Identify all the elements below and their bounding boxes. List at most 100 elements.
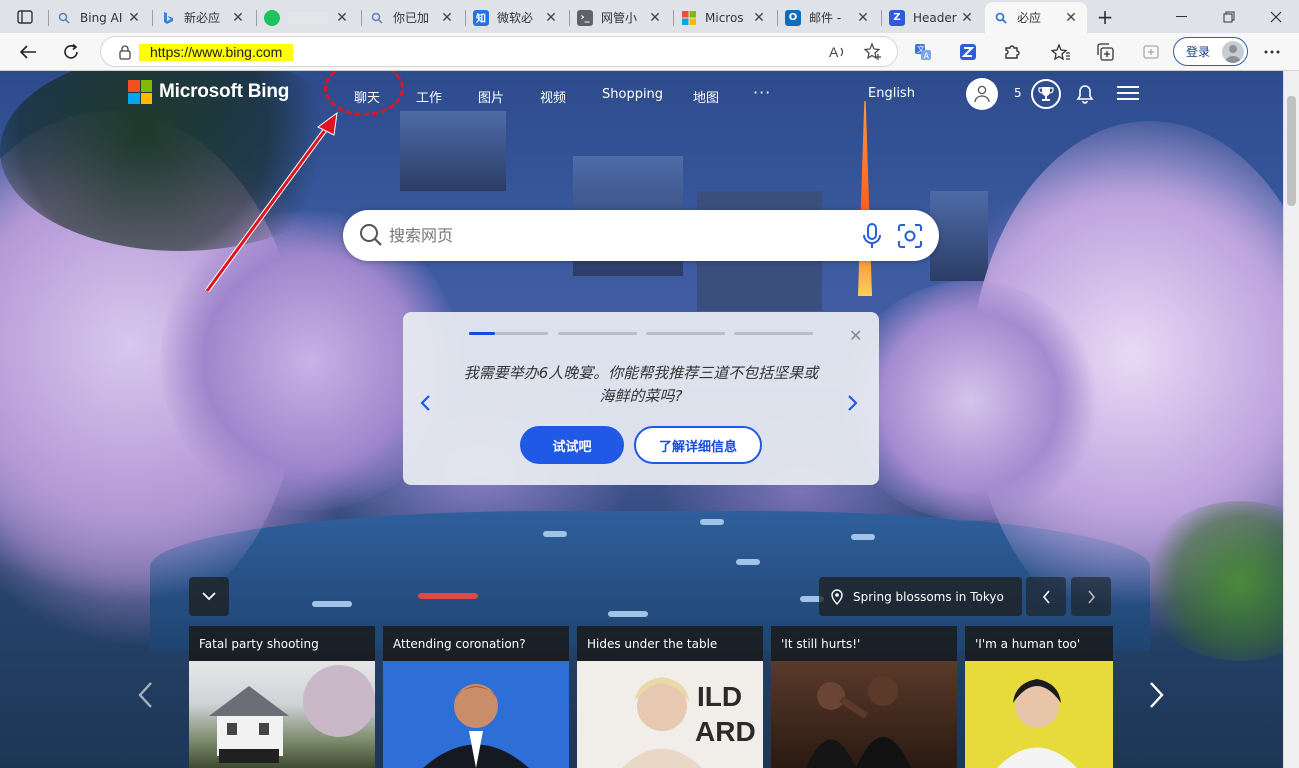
previous-image-button[interactable]	[1026, 577, 1066, 616]
bing-icon	[160, 10, 176, 26]
refresh-button[interactable]	[56, 37, 86, 67]
restore-button[interactable]	[1206, 0, 1252, 33]
lock-icon	[119, 45, 131, 60]
bell-icon	[1076, 85, 1094, 104]
address-bar[interactable]: https://www.bing.com A	[100, 36, 898, 67]
favorites-button[interactable]	[1046, 37, 1076, 67]
try-it-button[interactable]: 试试吧	[520, 426, 624, 464]
back-button[interactable]	[13, 37, 43, 67]
news-previous-button[interactable]	[137, 681, 153, 709]
language-switch[interactable]: English	[868, 86, 915, 101]
browser-tab[interactable]: Z Header ✕	[881, 2, 983, 33]
zotero-extension-button[interactable]	[953, 37, 983, 67]
close-tab-icon[interactable]: ✕	[334, 10, 350, 26]
nav-shopping[interactable]: Shopping	[602, 87, 663, 102]
next-suggestion-button[interactable]	[847, 394, 859, 412]
tab-actions-button[interactable]	[10, 5, 40, 29]
next-image-button[interactable]	[1071, 577, 1111, 616]
puzzle-icon	[1005, 45, 1020, 59]
carousel-step-indicator[interactable]	[646, 332, 725, 335]
tab-title: 你已加	[393, 11, 430, 25]
news-card[interactable]: 'I'm a human too'	[965, 626, 1113, 768]
svg-text:ARD: ARD	[695, 716, 756, 747]
rewards-points[interactable]: 5	[1014, 86, 1022, 100]
browser-tab[interactable]: 你已加 ✕	[361, 2, 463, 33]
close-tab-icon[interactable]: ✕	[647, 10, 663, 26]
wechat-icon	[264, 9, 280, 26]
collections-button[interactable]	[1090, 37, 1120, 67]
rewards-button[interactable]	[1031, 79, 1061, 109]
nav-more[interactable]: ···	[753, 83, 771, 102]
suggestion-prompt: 我需要举办6人晚宴。你能帮我推荐三道不包括坚果或海鲜的菜吗?	[463, 364, 819, 405]
tab-title: Header	[913, 10, 957, 25]
close-tab-icon[interactable]: ✕	[751, 10, 767, 26]
hamburger-icon	[1117, 86, 1139, 100]
news-card[interactable]: Attending coronation?	[383, 626, 569, 768]
news-card[interactable]: Hides under the table ILD ARD	[577, 626, 763, 768]
browser-tab[interactable]: Micros ✕	[673, 2, 775, 33]
close-tab-icon[interactable]: ✕	[855, 10, 871, 26]
minimize-button[interactable]	[1159, 0, 1205, 33]
search-icon	[359, 223, 383, 247]
search-icon	[56, 10, 72, 26]
close-card-icon[interactable]: ✕	[849, 326, 862, 345]
menu-button[interactable]	[1117, 85, 1139, 101]
bing-homepage: Microsoft Bing 聊天 工作 图片 视频 Shopping 地图 ·…	[0, 71, 1283, 768]
close-window-button[interactable]	[1253, 0, 1299, 33]
translate-button[interactable]: 文A	[908, 37, 938, 67]
news-card[interactable]: Fatal party shooting	[189, 626, 375, 768]
browser-tab[interactable]: ›_ 网管小 ✕	[569, 2, 671, 33]
browser-tab[interactable]: O 邮件 - ✕	[777, 2, 879, 33]
bing-logo[interactable]: Microsoft Bing	[128, 80, 289, 104]
previous-suggestion-button[interactable]	[419, 394, 431, 412]
nav-work[interactable]: 工作	[416, 87, 442, 106]
carousel-step-indicator[interactable]	[469, 332, 548, 335]
news-next-button[interactable]	[1149, 681, 1165, 709]
search-icon	[369, 10, 385, 26]
svg-text:A: A	[829, 44, 839, 60]
bing-header: Microsoft Bing 聊天 工作 图片 视频 Shopping 地图 ·…	[0, 71, 1283, 119]
sign-in-button[interactable]: 登录	[1173, 37, 1248, 66]
scrollbar-thumb[interactable]	[1287, 96, 1296, 206]
url-text[interactable]: https://www.bing.com	[139, 44, 294, 61]
microphone-icon[interactable]	[862, 223, 882, 249]
browser-tab[interactable]: 知 微软必 ✕	[465, 2, 567, 33]
read-aloud-icon[interactable]: A	[828, 42, 848, 62]
carousel-step-indicator[interactable]	[734, 332, 813, 335]
sign-in-label: 登录	[1186, 45, 1211, 59]
learn-more-button[interactable]: 了解详细信息	[634, 426, 762, 464]
profile-button[interactable]	[966, 78, 998, 110]
chat-suggestion-card: ✕ 我需要举办6人晚宴。你能帮我推荐三道不包括坚果或海鲜的菜吗? 试试吧 了解详…	[403, 312, 879, 485]
nav-maps[interactable]: 地图	[693, 87, 719, 106]
close-tab-icon[interactable]: ✕	[230, 10, 246, 26]
close-tab-icon[interactable]: ✕	[543, 10, 559, 26]
extensions-button[interactable]	[997, 37, 1027, 67]
close-tab-icon[interactable]: ✕	[439, 10, 455, 26]
collapse-feed-button[interactable]	[189, 577, 229, 616]
news-card[interactable]: 'It still hurts!'	[771, 626, 957, 768]
close-tab-icon[interactable]: ✕	[959, 10, 975, 26]
search-input[interactable]	[389, 220, 849, 250]
browser-tab[interactable]: 新必应 ✕	[152, 2, 254, 33]
page-scrollbar[interactable]	[1283, 71, 1299, 768]
outlook-icon: O	[785, 9, 801, 26]
image-location-info[interactable]: Spring blossoms in Tokyo	[819, 577, 1022, 616]
new-tab-button[interactable]: +	[1093, 5, 1117, 29]
visual-search-icon[interactable]	[897, 223, 923, 249]
browser-tab[interactable]: Bing AI ✕	[48, 2, 150, 33]
chevron-right-icon	[848, 395, 858, 411]
search-box[interactable]	[343, 210, 939, 261]
location-label: Spring blossoms in Tokyo	[853, 589, 1004, 604]
nav-videos[interactable]: 视频	[540, 87, 566, 106]
add-favorite-icon[interactable]	[863, 42, 883, 62]
browser-tab[interactable]: ✕	[256, 2, 358, 33]
nav-images[interactable]: 图片	[478, 87, 504, 106]
close-tab-icon[interactable]: ✕	[1063, 10, 1079, 26]
news-thumbnail	[189, 661, 375, 768]
screenshot-button[interactable]	[1136, 37, 1166, 67]
settings-more-button[interactable]	[1257, 37, 1287, 67]
carousel-step-indicator[interactable]	[558, 332, 637, 335]
browser-tab-active[interactable]: 必应 ✕	[985, 2, 1087, 33]
notifications-button[interactable]	[1076, 84, 1094, 104]
close-tab-icon[interactable]: ✕	[126, 10, 142, 26]
